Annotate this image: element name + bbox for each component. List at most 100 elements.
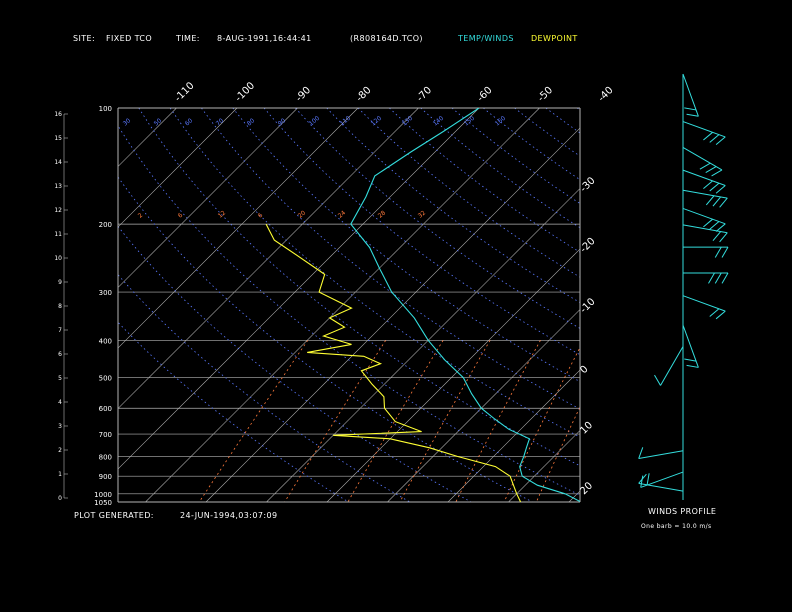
pressure-tick-label: 800 <box>99 453 112 461</box>
mixing-ratio-line <box>503 346 580 502</box>
chart-grid <box>0 108 792 502</box>
dry-adiabat-line <box>118 321 349 502</box>
winds-profile <box>638 73 729 500</box>
wind-barb-flag <box>686 113 699 117</box>
wind-barb-flag <box>714 272 722 284</box>
isotherm-label-top: -90 <box>294 85 313 104</box>
wind-barb-flag <box>709 221 720 230</box>
height-tick-label: 14 <box>54 159 62 166</box>
wind-barb-flag <box>654 374 661 386</box>
isotherm-label-right: -10 <box>578 296 597 315</box>
dry-adiabat-line <box>514 108 580 157</box>
dry-adiabat-label: 60 <box>184 117 194 127</box>
dry-adiabat-label: 50 <box>153 117 163 127</box>
height-tick-label: 12 <box>54 207 62 214</box>
isotherm-line <box>118 108 419 409</box>
isotherm-line <box>0 108 56 502</box>
height-tick-label: 2 <box>58 447 62 454</box>
dry-adiabat-line <box>118 176 533 502</box>
dry-adiabat-label: 150 <box>463 115 476 128</box>
pressure-tick-label: 100 <box>99 105 112 113</box>
chart-traces <box>265 108 580 502</box>
wind-barb-flag <box>703 218 713 228</box>
height-tick-label: 4 <box>58 399 62 406</box>
isotherm-line <box>266 188 580 502</box>
wind-barb-flag <box>709 308 720 317</box>
wind-barb-flag <box>686 364 699 368</box>
mixing-ratio-line <box>284 340 387 502</box>
chart-labels: 1002003004005006007008009001000105001234… <box>54 80 615 507</box>
isotherm-line <box>690 108 792 502</box>
isotherm-label-right: 10 <box>578 420 595 437</box>
wind-barb-flag <box>711 169 723 177</box>
dry-adiabat-label: 90 <box>277 117 287 127</box>
wind-barb-flag <box>721 246 729 258</box>
dry-adiabat-line <box>608 108 792 502</box>
wind-barb-shaft <box>638 482 684 492</box>
height-tick-label: 3 <box>58 423 62 430</box>
isotherm-line <box>118 108 298 288</box>
dry-adiabat-line <box>118 274 411 502</box>
mixing-ratio-label: 20 <box>297 209 307 219</box>
dry-adiabat-label: 70 <box>215 117 225 127</box>
height-tick-label: 13 <box>54 183 62 190</box>
isotherm-label-top: -110 <box>173 80 197 104</box>
wind-barb-flag <box>719 197 728 208</box>
height-tick-label: 11 <box>54 231 62 238</box>
isotherm-line <box>118 108 480 470</box>
mixing-ratio-label: 2 <box>137 212 145 220</box>
wind-barb-flag <box>705 195 715 206</box>
mixing-ratio-line <box>399 340 491 502</box>
wind-barb-flag <box>709 134 720 143</box>
height-tick-label: 8 <box>58 303 62 310</box>
isotherm-label-right: -30 <box>578 175 597 194</box>
height-tick-label: 9 <box>58 279 62 286</box>
height-tick-label: 10 <box>54 255 62 262</box>
dry-adiabat-line <box>576 108 580 111</box>
pressure-tick-label: 1000 <box>94 491 112 499</box>
wind-barb-flag <box>708 272 715 284</box>
chart-axes <box>63 107 581 503</box>
height-tick-label: 16 <box>54 111 62 118</box>
wind-barb-flag <box>705 166 717 174</box>
wind-barb-flag <box>714 246 722 258</box>
isotherm-line <box>447 369 580 502</box>
dry-adiabat-label: 110 <box>339 115 352 128</box>
height-tick-label: 1 <box>58 471 62 478</box>
mixing-ratio-line <box>581 340 652 502</box>
isotherm-line <box>145 108 540 502</box>
wind-barb-flag <box>684 358 697 362</box>
pressure-tick-label: 300 <box>99 289 112 297</box>
wind-barb-shaft <box>682 121 726 138</box>
mixing-ratio-label: 12 <box>217 209 227 219</box>
isotherm-label-top: -70 <box>415 85 434 104</box>
isotherm-label-top: -50 <box>536 85 555 104</box>
pressure-tick-label: 700 <box>99 431 112 439</box>
mixing-ratio-line <box>198 340 309 502</box>
dry-adiabat-line <box>451 108 580 205</box>
mixing-ratio-label: 24 <box>337 209 347 219</box>
pressure-tick-label: 200 <box>99 221 112 229</box>
wind-barb-flag <box>638 447 644 459</box>
skewt-chart: 1002003004005006007008009001000105001234… <box>0 73 792 507</box>
isotherm-label-top: -80 <box>354 85 373 104</box>
wind-barb-flag <box>715 310 726 320</box>
wind-barb-flag <box>715 185 726 194</box>
pressure-tick-label: 500 <box>99 375 112 383</box>
dry-adiabat-label: 140 <box>432 115 445 128</box>
isotherm-label-right: 20 <box>578 480 595 497</box>
height-tick-label: 15 <box>54 135 62 142</box>
dry-adiabat-line <box>201 108 580 410</box>
dry-adiabat-line <box>671 108 792 502</box>
wind-barb-shaft <box>660 346 684 386</box>
dry-adiabat-label: 120 <box>370 115 383 128</box>
dry-adiabat-line <box>420 108 580 229</box>
isotherm-line <box>568 490 580 502</box>
dry-adiabat-label: 30 <box>122 117 132 127</box>
isotherm-line <box>326 248 580 502</box>
wind-barb-flag <box>721 272 729 284</box>
wind-barb-shaft <box>638 450 684 460</box>
dry-adiabat-label: 130 <box>401 115 414 128</box>
dry-adiabat-line <box>169 108 580 438</box>
wind-barb-flag <box>715 136 726 146</box>
